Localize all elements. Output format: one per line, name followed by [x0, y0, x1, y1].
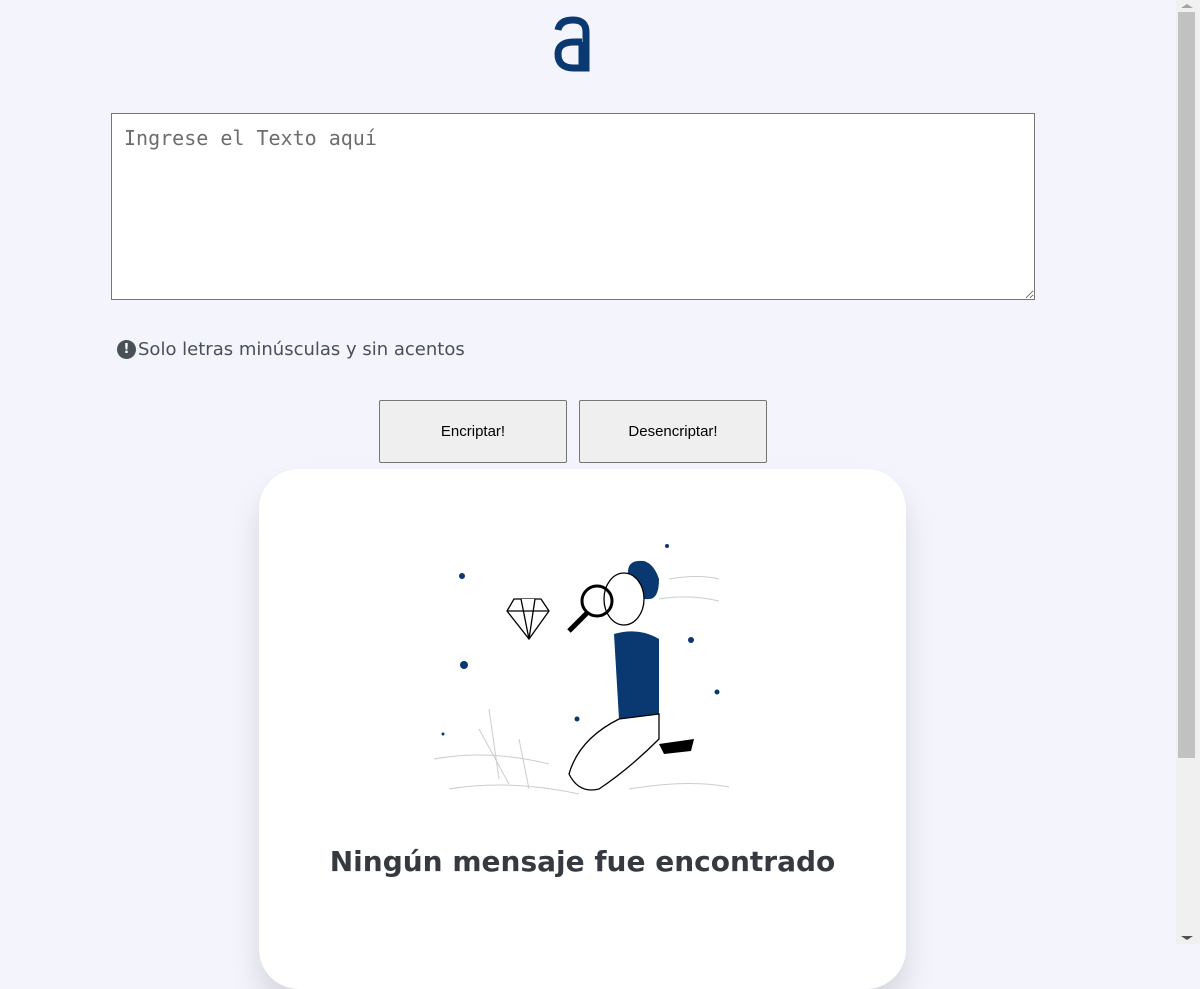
no-message-title: Ningún mensaje fue encontrado — [329, 845, 836, 878]
hint: ! Solo letras minúsculas y sin acentos — [117, 339, 465, 360]
text-input[interactable] — [111, 113, 1035, 300]
searching-person-illustration — [433, 544, 730, 795]
scroll-up-arrow-icon[interactable] — [1181, 4, 1193, 8]
decrypt-button[interactable]: Desencriptar! — [579, 400, 767, 463]
scrollbar-thumb[interactable] — [1178, 12, 1195, 758]
scroll-down-arrow-icon[interactable] — [1181, 936, 1193, 940]
hint-text: Solo letras minúsculas y sin acentos — [138, 339, 465, 360]
encrypt-button[interactable]: Encriptar! — [379, 400, 567, 463]
alura-logo — [554, 16, 590, 72]
output-panel: Ningún mensaje fue encontrado — [259, 469, 906, 989]
vertical-scrollbar[interactable] — [1176, 0, 1200, 944]
exclamation-icon: ! — [117, 340, 136, 359]
